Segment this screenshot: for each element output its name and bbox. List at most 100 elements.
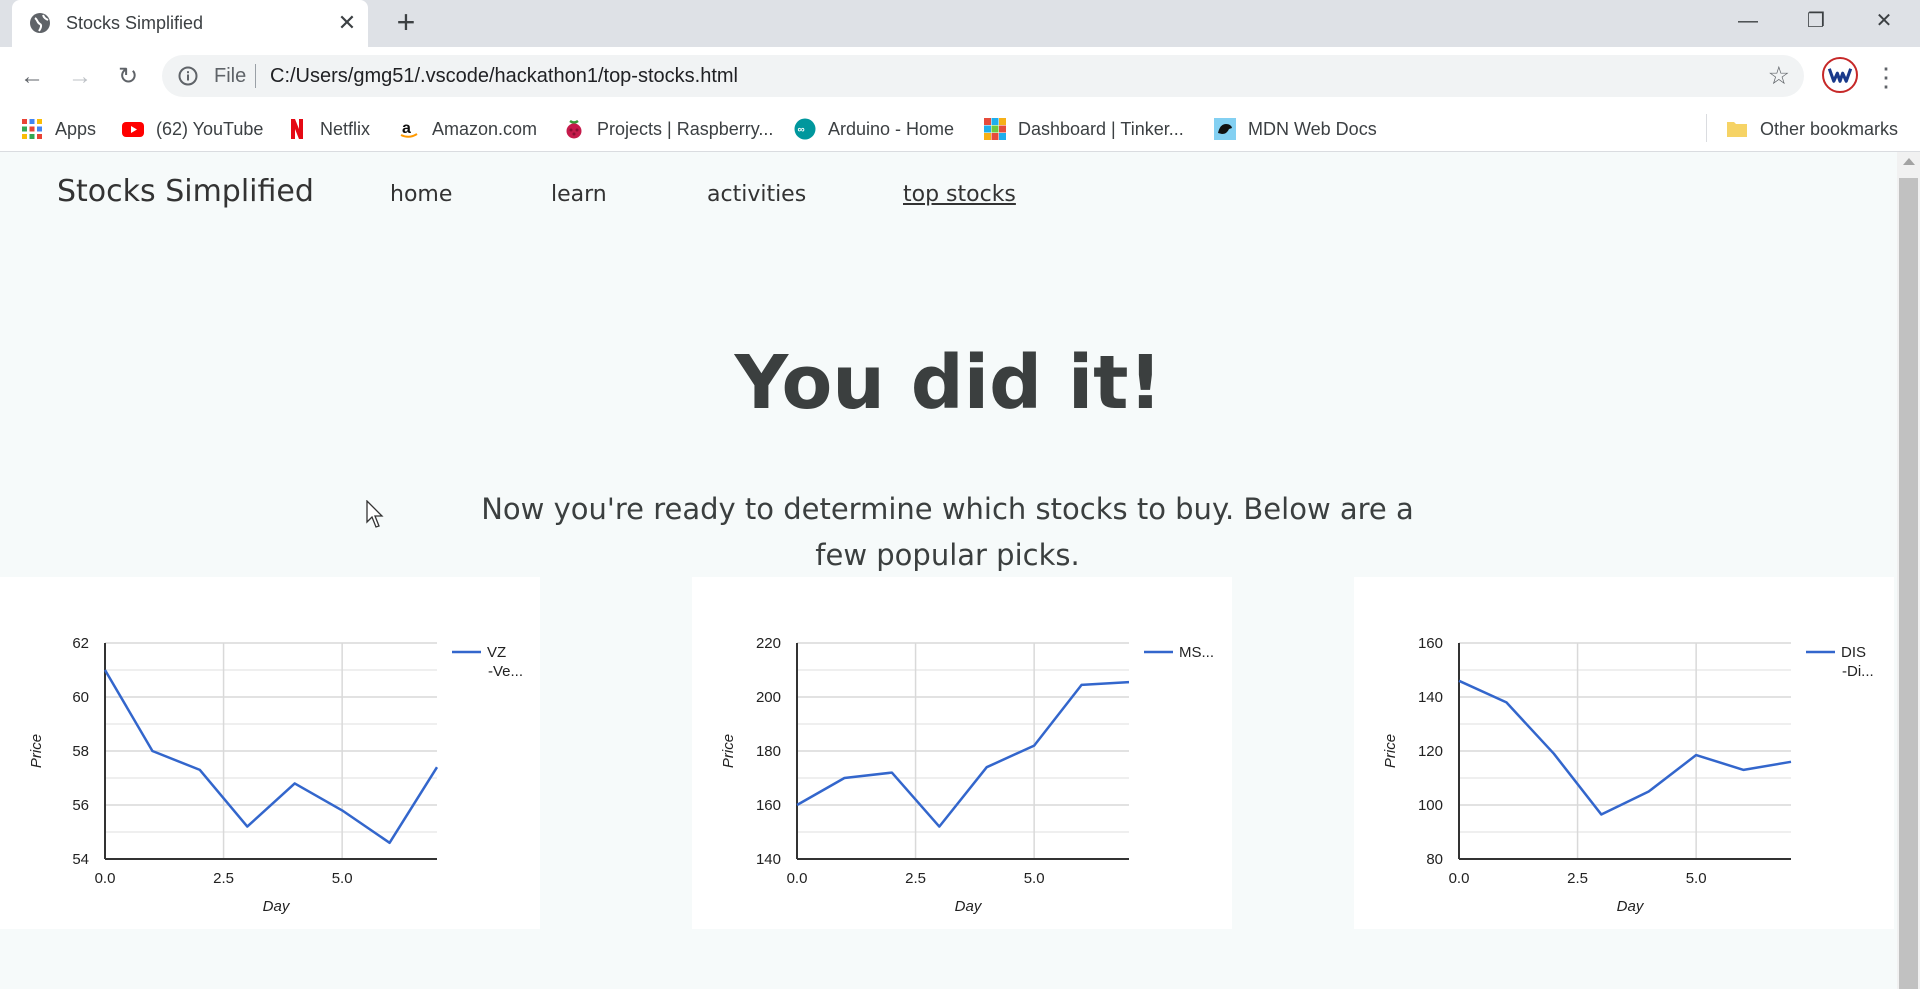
bookmark-netflix[interactable]: Netflix: [286, 116, 370, 142]
bookmark-raspberry[interactable]: Projects | Raspberry...: [563, 116, 773, 142]
x-axis-label: Day: [1617, 898, 1645, 915]
minimize-icon[interactable]: —: [1718, 4, 1778, 38]
y-tick-label: 54: [72, 851, 89, 868]
bookmark-youtube[interactable]: (62) YouTube: [122, 116, 263, 142]
bookmark-label: Dashboard | Tinker...: [1018, 118, 1184, 139]
vertical-scrollbar[interactable]: [1897, 152, 1920, 989]
chart-card-vz: 62 60 58 56 54 0.0 2.5 5.0 Day Price VZ -Ve...: [0, 577, 540, 929]
y-tick-label: 140: [756, 851, 781, 868]
nav-home[interactable]: home: [390, 182, 452, 207]
bookmark-label: Projects | Raspberry...: [597, 118, 774, 139]
new-tab-icon[interactable]: +: [389, 6, 423, 40]
y-axis-label: Price: [720, 734, 737, 768]
bookmarks-bar: Apps (62) YouTube Netflix a Amazon.com P…: [0, 106, 1920, 152]
bookmark-label: Arduino - Home: [828, 118, 955, 139]
menu-dots-icon[interactable]: ⋮: [1872, 57, 1900, 97]
y-tick-label: 56: [72, 797, 89, 814]
legend-label-line2: -Di...: [1842, 663, 1874, 680]
tab-title: Stocks Simplified: [66, 13, 204, 33]
bookmark-label: Apps: [55, 118, 97, 139]
info-icon[interactable]: [178, 66, 198, 86]
svg-text:a: a: [402, 120, 411, 137]
profile-avatar[interactable]: [1822, 57, 1858, 93]
nav-learn[interactable]: learn: [551, 182, 607, 207]
bookmark-label: Amazon.com: [432, 118, 538, 139]
address-bar[interactable]: File C:/Users/gmg51/.vscode/hackathon1/t…: [162, 55, 1804, 97]
bookmark-apps[interactable]: Apps: [21, 116, 96, 142]
y-tick-label: 160: [756, 797, 781, 814]
bookmarks-divider: [1706, 114, 1707, 142]
x-axis-label: Day: [263, 898, 291, 915]
x-tick-label: 5.0: [332, 870, 353, 887]
page-viewport: Stocks Simplified home learn activities …: [0, 152, 1897, 989]
x-tick-label: 0.0: [1449, 870, 1470, 887]
hero-subtitle: Now you're ready to determine which stoc…: [481, 492, 1414, 572]
folder-icon: [1727, 122, 1747, 137]
reload-icon[interactable]: ↻: [108, 57, 148, 97]
bookmark-tinkercad[interactable]: Dashboard | Tinker...: [984, 116, 1184, 142]
browser-toolbar: ← → ↻ File C:/Users/gmg51/.vscode/hackat…: [0, 47, 1920, 106]
x-tick-label: 0.0: [95, 870, 116, 887]
back-arrow-icon[interactable]: ←: [12, 57, 52, 97]
x-tick-label: 2.5: [1567, 870, 1588, 887]
y-tick-label: 62: [72, 635, 89, 652]
bookmark-arduino[interactable]: ∞ Arduino - Home: [794, 116, 954, 142]
x-tick-label: 2.5: [905, 870, 926, 887]
y-tick-label: 140: [1418, 689, 1443, 706]
y-axis-label: Price: [1382, 734, 1399, 768]
y-axis-label: Price: [28, 734, 45, 768]
other-bookmarks[interactable]: Other bookmarks: [1726, 116, 1898, 142]
youtube-icon: [122, 122, 144, 137]
mouse-cursor-icon: [366, 500, 384, 528]
mdn-icon: [1214, 118, 1236, 140]
x-tick-label: 5.0: [1024, 870, 1045, 887]
bookmark-star-icon[interactable]: ☆: [1768, 63, 1790, 89]
browser-tab[interactable]: Stocks Simplified ✕: [12, 0, 368, 47]
chart-card-ms: 220 200 180 160 140 0.0 2.5 5.0 Day Price MS...: [692, 577, 1232, 929]
restore-icon[interactable]: ❐: [1786, 4, 1846, 38]
y-tick-label: 180: [756, 743, 781, 760]
scheme-label: File: [214, 65, 247, 87]
bookmark-mdn[interactable]: MDN Web Docs: [1214, 116, 1377, 142]
svg-text:∞: ∞: [798, 125, 805, 136]
series-line: [103, 669, 439, 845]
y-tick-label: 200: [756, 689, 781, 706]
globe-icon: [30, 13, 50, 33]
nav-top-stocks[interactable]: top stocks: [903, 182, 1016, 207]
arduino-icon: ∞: [794, 118, 816, 140]
chart-card-dis: 160 140 120 100 80 0.0 2.5 5.0 Day Price DIS -Di...: [1354, 577, 1894, 929]
tinkercad-icon: [984, 118, 1006, 140]
bookmark-label: (62) YouTube: [156, 118, 264, 139]
y-tick-label: 120: [1418, 743, 1443, 760]
site-brand[interactable]: Stocks Simplified: [57, 174, 314, 209]
amazon-icon: a: [400, 120, 418, 138]
legend-label: VZ: [487, 644, 506, 661]
bookmark-amazon[interactable]: a Amazon.com: [398, 116, 537, 142]
other-bookmarks-label: Other bookmarks: [1760, 118, 1899, 139]
y-tick-label: 80: [1426, 851, 1443, 868]
y-tick-label: 160: [1418, 635, 1443, 652]
stock-chart-vz: 62 60 58 56 54 0.0 2.5 5.0 Day Price VZ -Ve...: [28, 635, 523, 915]
x-axis-label: Day: [955, 898, 983, 915]
x-tick-label: 2.5: [213, 870, 234, 887]
bookmark-label: Netflix: [320, 118, 371, 139]
y-tick-label: 100: [1418, 797, 1443, 814]
tab-strip: Stocks Simplified ✕ + — ❐ ✕: [0, 0, 1920, 47]
stock-chart-dis: 160 140 120 100 80 0.0 2.5 5.0 Day Price DIS -Di...: [1382, 635, 1874, 915]
url-text[interactable]: C:/Users/gmg51/.vscode/hackathon1/top-st…: [270, 65, 738, 88]
hero-title: You did it!: [734, 340, 1163, 426]
scroll-thumb[interactable]: [1899, 178, 1918, 989]
legend-label: DIS: [1841, 644, 1866, 661]
legend-label: MS...: [1179, 644, 1214, 661]
x-tick-label: 5.0: [1686, 870, 1707, 887]
stock-chart-ms: 220 200 180 160 140 0.0 2.5 5.0 Day Price MS...: [720, 635, 1214, 915]
omnibox-divider: [255, 64, 256, 88]
forward-arrow-icon[interactable]: →: [60, 57, 100, 97]
scroll-up-arrow-icon[interactable]: [1903, 158, 1915, 165]
y-tick-label: 58: [72, 743, 89, 760]
x-tick-label: 0.0: [787, 870, 808, 887]
netflix-icon: [291, 119, 303, 139]
nav-activities[interactable]: activities: [707, 182, 806, 207]
close-tab-icon[interactable]: ✕: [334, 10, 360, 36]
close-window-icon[interactable]: ✕: [1854, 4, 1914, 38]
